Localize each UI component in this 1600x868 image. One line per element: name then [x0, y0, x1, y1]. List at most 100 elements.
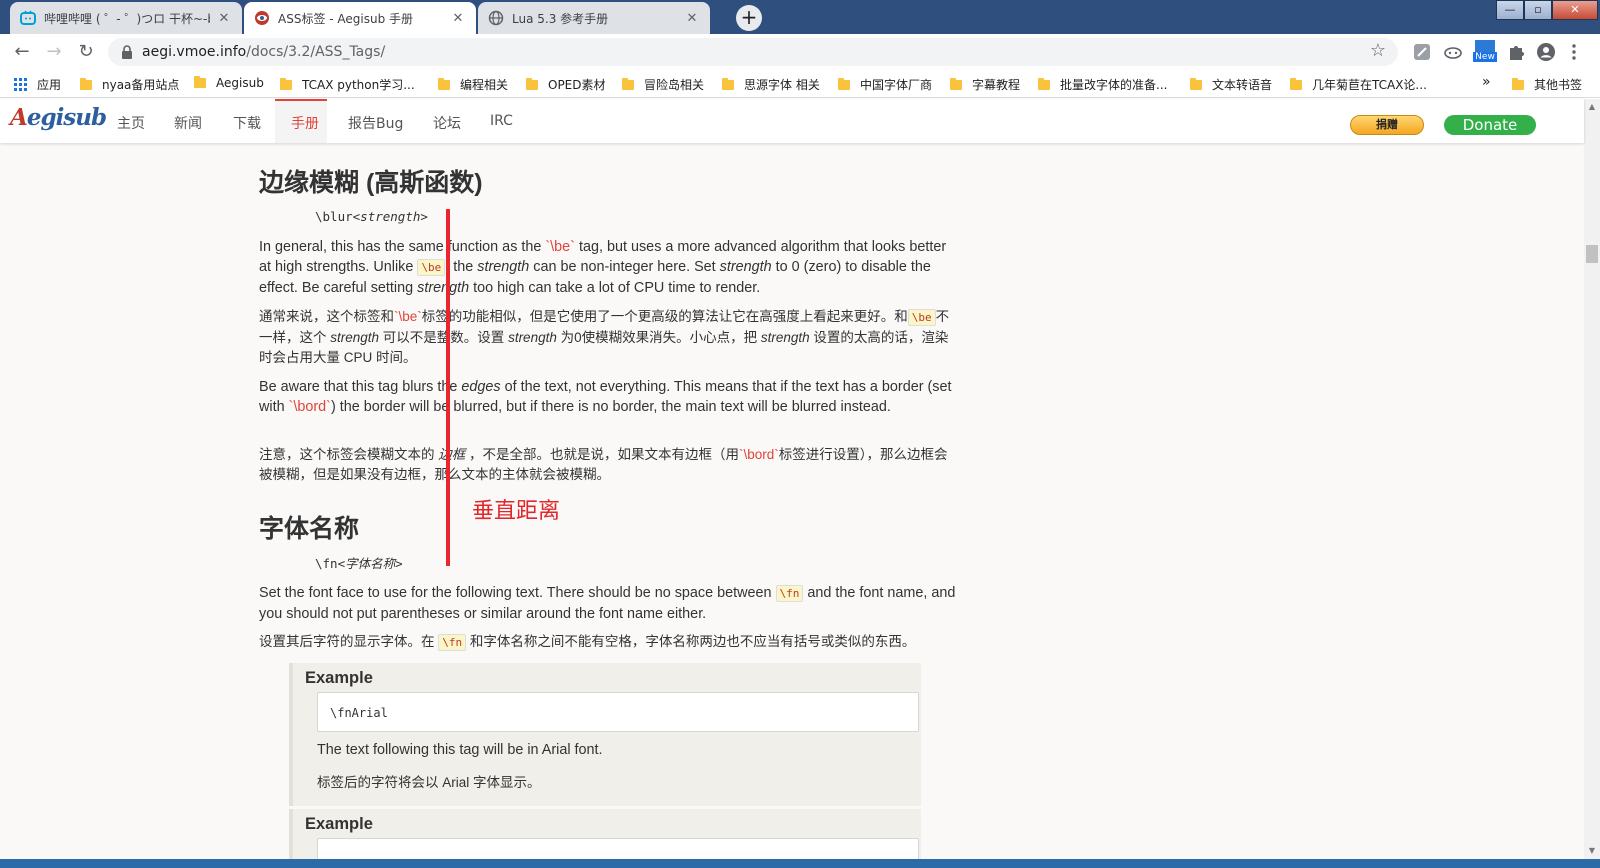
bookmark-folder[interactable]: 批量改字体的准备...	[1038, 76, 1167, 93]
bookmark-folder[interactable]: OPED素材	[526, 76, 606, 93]
site-navbar: Aegisub 主页 新闻 下载 手册 报告Bug 论坛 IRC 捐赠 Dona…	[0, 99, 1584, 143]
new-badge: New	[1473, 52, 1497, 62]
example-box: Example	[289, 809, 921, 859]
folder-icon	[280, 77, 292, 90]
bookmark-folder[interactable]: 编程相关	[438, 76, 508, 93]
folder-icon	[950, 77, 962, 90]
folder-icon	[1038, 77, 1050, 90]
forward-button[interactable]: →	[42, 40, 66, 64]
tab-aegisub[interactable]: ASS标签 - Aegisub 手册 ✕	[244, 2, 476, 34]
folder-icon	[722, 77, 734, 90]
tab-close-icon[interactable]: ✕	[684, 11, 700, 26]
bookmark-label: 冒险岛相关	[644, 78, 705, 92]
bookmark-folder[interactable]: Aegisub	[194, 76, 264, 90]
bookmark-apps[interactable]: 应用	[14, 76, 61, 93]
browser-toolbar: ← → ↻ aegi.vmoe.info/docs/3.2/ASS_Tags/ …	[0, 34, 1600, 70]
gamepad-icon[interactable]	[1443, 42, 1463, 62]
page-content: 边缘模糊 (高斯函数) \blur<strength> In general, …	[0, 143, 1584, 859]
aegisub-logo[interactable]: Aegisub	[10, 104, 107, 131]
bilibili-icon	[20, 10, 36, 25]
other-bookmarks[interactable]: 其他书签	[1512, 76, 1582, 93]
bookmark-folder[interactable]: 思源字体 相关	[722, 76, 820, 93]
os-taskbar	[0, 859, 1600, 868]
bookmark-label: nyaa备用站点	[102, 78, 180, 92]
new-tab-button[interactable]: +	[736, 5, 762, 31]
nav-manual[interactable]: 手册	[291, 113, 319, 133]
bookmarks-overflow-button[interactable]: »	[1482, 74, 1491, 90]
example-text-zh: 标签后的字符将会以 Arial 字体显示。	[317, 775, 541, 790]
donate-button[interactable]: Donate	[1444, 115, 1536, 135]
bookmark-label: Aegisub	[216, 76, 264, 90]
tab-title: 哔哩哔哩 ( ゜- ゜)つロ 干杯~-bili	[44, 11, 210, 26]
folder-icon	[526, 77, 538, 90]
folder-icon	[194, 76, 206, 88]
annotation-label: 垂直距离	[472, 499, 561, 524]
scrollbar-thumb[interactable]	[1586, 245, 1598, 263]
nav-news[interactable]: 新闻	[174, 113, 202, 133]
scroll-up-arrow-icon[interactable]: ▲	[1584, 99, 1600, 115]
nav-home[interactable]: 主页	[117, 113, 145, 133]
url-host: aegi.vmoe.info	[142, 44, 247, 60]
bookmark-star-icon[interactable]: ☆	[1370, 40, 1386, 61]
bookmark-label: TCAX python学习...	[302, 78, 415, 92]
tab-close-icon[interactable]: ✕	[216, 11, 232, 26]
profile-avatar-icon[interactable]	[1536, 42, 1556, 62]
bookmark-label: 字幕教程	[972, 78, 1021, 92]
bookmark-folder[interactable]: 几年菊苣在TCAX论...	[1290, 76, 1427, 93]
tab-strip: 哔哩哔哩 ( ゜- ゜)つロ 干杯~-bili ✕ ASS标签 - Aegisu…	[0, 0, 1600, 34]
syntax-blur: \blur<strength>	[315, 209, 428, 224]
donate-label: Donate	[1462, 116, 1518, 134]
bookmark-label: 文本转语音	[1212, 78, 1273, 92]
folder-icon	[1290, 77, 1302, 90]
example-code	[317, 838, 919, 859]
reload-button[interactable]: ↻	[74, 40, 98, 64]
tab-close-icon[interactable]: ✕	[450, 11, 466, 26]
give-button[interactable]: 捐赠	[1350, 115, 1424, 135]
paragraph-blur-zh-2: 注意，这个标签会模糊文本的 边框 ，不是全部。也就是说，如果文本有边框（用`\b…	[259, 447, 948, 482]
new-extension-icon[interactable]: New	[1473, 40, 1497, 64]
tab-lua[interactable]: Lua 5.3 参考手册 ✕	[478, 2, 710, 34]
bookmark-folder[interactable]: 冒险岛相关	[622, 76, 704, 93]
folder-icon	[1190, 77, 1202, 90]
scrollbar[interactable]: ▲ ▼	[1584, 99, 1600, 859]
extensions-puzzle-icon[interactable]	[1506, 42, 1526, 62]
scroll-down-arrow-icon[interactable]: ▼	[1584, 843, 1600, 859]
example-title: Example	[305, 669, 373, 687]
nav-download[interactable]: 下载	[233, 113, 261, 133]
nav-irc[interactable]: IRC	[490, 113, 513, 129]
bookmark-folder[interactable]: TCAX python学习...	[280, 76, 415, 93]
menu-kebab-icon[interactable]	[1566, 42, 1582, 62]
folder-icon	[622, 77, 634, 90]
example-code: \fnArial	[317, 692, 919, 732]
bookmarks-bar: 应用 nyaa备用站点 Aegisub TCAX python学习... 编程相…	[0, 70, 1600, 98]
minimize-button[interactable]: —	[1496, 0, 1524, 20]
bookmark-label: 中国字体厂商	[860, 78, 933, 92]
bookmark-label: 批量改字体的准备...	[1060, 78, 1168, 92]
maximize-button[interactable]: ▫	[1524, 0, 1552, 20]
folder-icon	[1512, 77, 1524, 90]
paragraph-blur-en-2: Be aware that this tag blurs the edges o…	[259, 379, 952, 415]
tab-bilibili[interactable]: 哔哩哔哩 ( ゜- ゜)つロ 干杯~-bili ✕	[10, 2, 242, 34]
bookmark-folder[interactable]: nyaa备用站点	[80, 76, 179, 93]
section-heading-blur: 边缘模糊 (高斯函数)	[259, 169, 483, 197]
tab-title: ASS标签 - Aegisub 手册	[278, 11, 414, 26]
bookmark-folder[interactable]: 中国字体厂商	[838, 76, 932, 93]
syntax-fn: \fn<字体名称>	[315, 556, 403, 571]
back-button[interactable]: ←	[10, 40, 34, 64]
paragraph-fn-zh: 设置其后字符的显示字体。在 \fn 和字体名称之间不能有空格，字体名称两边也不应…	[259, 634, 916, 651]
close-window-button[interactable]: ✕	[1552, 0, 1598, 20]
bookmark-folder[interactable]: 文本转语音	[1190, 76, 1272, 93]
bookmark-label: 其他书签	[1534, 78, 1583, 92]
folder-icon	[80, 77, 92, 90]
extension-puzzle-tile-icon[interactable]	[1412, 42, 1432, 62]
address-bar[interactable]: aegi.vmoe.info/docs/3.2/ASS_Tags/ ☆	[108, 38, 1398, 66]
nav-report-bug[interactable]: 报告Bug	[348, 113, 403, 133]
paragraph-fn-en: Set the font face to use for the followi…	[259, 585, 956, 622]
bookmark-folder[interactable]: 字幕教程	[950, 76, 1020, 93]
paragraph-blur-zh-1: 通常来说，这个标签和`\be`标签的功能相似，但是它使用了一个更高级的算法让它在…	[259, 309, 950, 365]
bookmark-label: 编程相关	[460, 78, 509, 92]
folder-icon	[838, 77, 850, 90]
lock-icon	[122, 45, 132, 59]
paragraph-blur-en-1: In general, this has the same function a…	[259, 239, 947, 296]
nav-forum[interactable]: 论坛	[433, 113, 461, 133]
